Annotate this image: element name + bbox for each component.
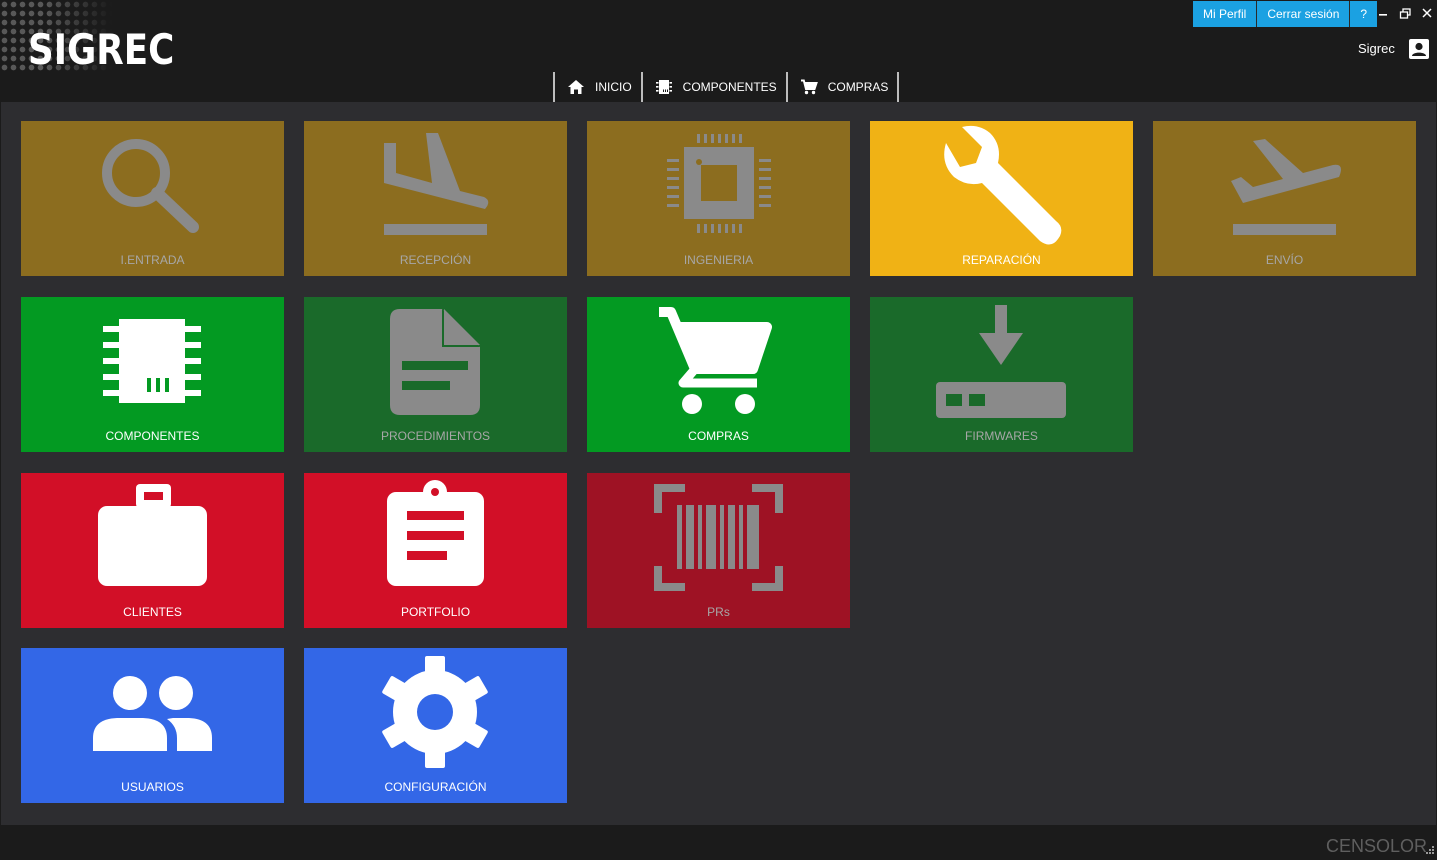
tile-label: COMPRAS <box>688 429 749 443</box>
tile-label: PORTFOLIO <box>400 605 471 619</box>
cart-icon <box>800 79 818 95</box>
user-name[interactable]: Sigrec <box>1358 41 1396 56</box>
resize-grip-icon[interactable] <box>1424 846 1434 856</box>
tile-portfolio[interactable]: PORTFOLIO <box>304 473 567 628</box>
tile-label: CLIENTES <box>123 605 182 619</box>
nav-menu: INICIO COMPONENTES COMPRAS <box>553 72 900 102</box>
tile-usuarios[interactable]: USUARIOS <box>21 648 284 803</box>
footer <box>0 825 1437 860</box>
tile-clientes[interactable]: CLIENTES <box>21 473 284 628</box>
nav-item-label: COMPONENTES <box>682 80 777 94</box>
tile-label: REPARACIÓN <box>962 253 1041 267</box>
nav-item-componentes[interactable]: COMPONENTES <box>643 72 788 102</box>
app-logo: SIGREC <box>28 25 175 74</box>
tile-reparacion[interactable]: REPARACIÓN <box>870 121 1133 276</box>
close-button[interactable] <box>1416 4 1437 24</box>
tile-prs[interactable]: PRs <box>587 473 850 628</box>
nav-item-compras[interactable]: COMPRAS <box>788 72 900 102</box>
nav-item-inicio[interactable]: INICIO <box>555 72 643 102</box>
tile-label: I.ENTRADA <box>120 253 185 267</box>
tile-envio[interactable]: ENVÍO <box>1153 121 1416 276</box>
logout-button[interactable]: Cerrar sesión <box>1257 1 1351 27</box>
restore-button[interactable] <box>1394 4 1416 24</box>
tile-label: FIRMWARES <box>965 429 1038 443</box>
brand-footer: CENSOLOR <box>1326 836 1428 856</box>
restore-icon <box>1399 8 1411 19</box>
tile-label: CONFIGURACIÓN <box>384 780 487 794</box>
tile-label: INGENIERIA <box>683 253 754 267</box>
tile-procedimientos[interactable]: PROCEDIMIENTOS <box>304 297 567 452</box>
my-profile-button[interactable]: Mi Perfil <box>1193 1 1258 27</box>
tile-label: RECEPCIÓN <box>399 253 472 267</box>
tile-compras[interactable]: COMPRAS <box>587 297 850 452</box>
chip-icon <box>655 80 672 94</box>
nav-item-label: COMPRAS <box>827 80 889 94</box>
tile-ingenieria[interactable]: INGENIERIA <box>587 121 850 276</box>
account-box-icon[interactable] <box>1408 38 1430 60</box>
navbar: INICIO COMPONENTES COMPRAS <box>0 72 1437 102</box>
tile-label: USUARIOS <box>121 780 184 794</box>
tile-firmwares[interactable]: FIRMWARES <box>870 297 1133 452</box>
top-actions: Mi Perfil Cerrar sesión ? <box>1193 1 1378 27</box>
minimize-button[interactable] <box>1372 4 1394 24</box>
minimize-icon <box>1379 14 1387 16</box>
window-controls <box>1372 4 1437 24</box>
tile-label: ENVÍO <box>1265 253 1304 267</box>
close-icon <box>1422 8 1432 18</box>
tile-entrada[interactable]: I.ENTRADA <box>21 121 284 276</box>
home-icon <box>568 80 584 94</box>
dashboard: I.ENTRADA RECEPCIÓN INGENIERIA REPARACIÓ… <box>1 102 1436 825</box>
tile-componentes[interactable]: COMPONENTES <box>21 297 284 452</box>
nav-item-label: INICIO <box>595 80 632 94</box>
tile-label: COMPONENTES <box>105 429 200 443</box>
app-window: SIGREC Mi Perfil Cerrar sesión ? Sigrec <box>0 0 1437 860</box>
tile-label: PRs <box>707 605 730 619</box>
tile-label: PROCEDIMIENTOS <box>380 429 491 443</box>
tile-recepcion[interactable]: RECEPCIÓN <box>304 121 567 276</box>
header: SIGREC Mi Perfil Cerrar sesión ? Sigrec <box>0 0 1437 72</box>
tile-configuracion[interactable]: CONFIGURACIÓN <box>304 648 567 803</box>
